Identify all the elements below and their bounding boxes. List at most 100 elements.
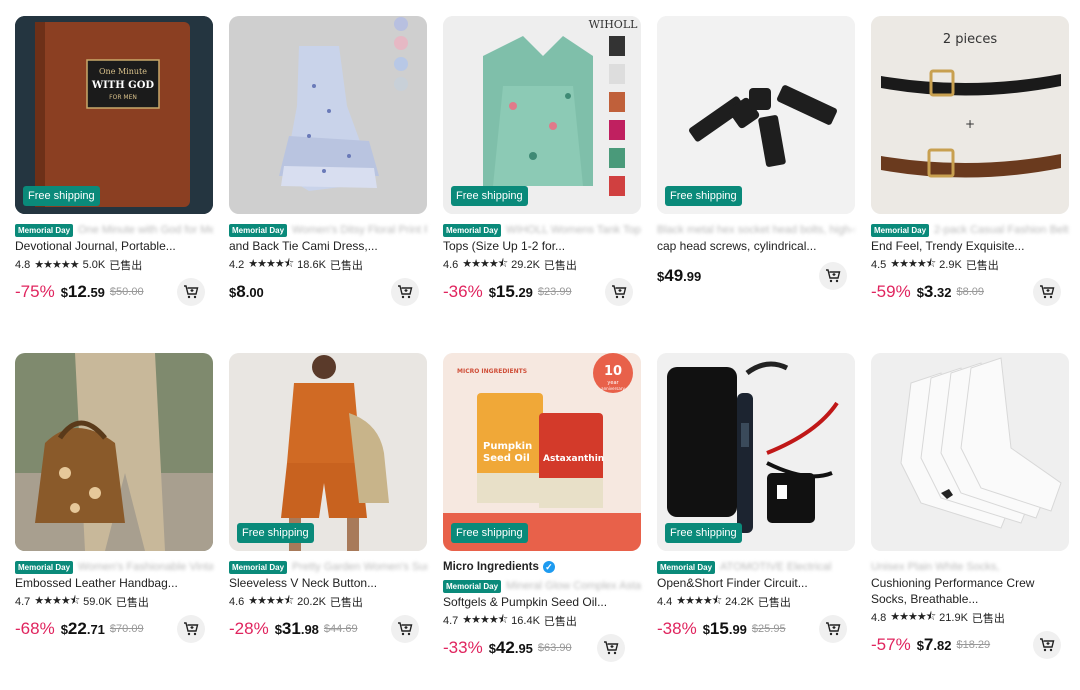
cart-icon [612, 285, 627, 299]
free-shipping-badge: Free shipping [237, 523, 314, 543]
product-image[interactable]: Free shipping [657, 353, 855, 551]
product-card[interactable]: Free shipping Memorial Day ATOMOTIVE Ele… [657, 353, 855, 683]
svg-text:Seed Oil: Seed Oil [483, 453, 530, 464]
product-image[interactable]: MICRO INGREDIENTS 10 year anniversary Pu… [443, 353, 641, 551]
discount: -38% [657, 619, 697, 638]
store-name[interactable]: Micro Ingredients ✓ [443, 559, 641, 575]
rating-row: 4.2 ★★★★⯪ 18.6K 已售出 [229, 256, 427, 273]
stars-icon: ★★★★⯪ [890, 611, 936, 623]
add-to-cart-button[interactable] [597, 634, 625, 662]
stars-icon: ★★★★⯪ [248, 595, 294, 607]
rating-row: 4.7 ★★★★⯪ 16.4K 已售出 [443, 612, 641, 629]
discount: -57% [871, 635, 911, 654]
promo-badge: Memorial Day [229, 223, 288, 237]
promo-badge: Memorial Day [443, 579, 502, 593]
add-to-cart-button[interactable] [1033, 278, 1061, 306]
product-card[interactable]: Free shipping Black metal hex socket hea… [657, 16, 855, 346]
blurred-title: Mineral Glow Complex Astaxanthin 12mg [506, 580, 641, 592]
cart-icon [826, 622, 841, 636]
discount: -59% [871, 282, 911, 301]
product-image[interactable] [229, 16, 427, 214]
product-image[interactable]: Free shipping [657, 16, 855, 214]
product-image[interactable]: Free shipping [229, 353, 427, 551]
product-title[interactable]: Open&Short Finder Circuit... [657, 575, 855, 591]
promo-badge: Memorial Day [229, 560, 288, 574]
add-to-cart-button[interactable] [819, 615, 847, 643]
rating-row: 4.6 ★★★★⯪ 29.2K 已售出 [443, 256, 641, 273]
svg-text:10: 10 [604, 364, 622, 379]
product-title[interactable]: cap head screws, cylindrical... [657, 238, 855, 254]
product-card[interactable]: One Minute WITH GOD FOR MEN Free shippin… [15, 16, 213, 346]
product-card[interactable]: Unisex Plain White Socks, Cushioning Per… [871, 353, 1069, 683]
stars-icon: ★★★★⯪ [34, 595, 80, 607]
free-shipping-badge: Free shipping [23, 186, 100, 206]
journal-cover-text: One Minute [99, 67, 147, 76]
product-image[interactable] [871, 353, 1069, 551]
cart-icon [604, 641, 619, 655]
product-image[interactable]: WIHOLL Free shipping [443, 16, 641, 214]
free-shipping-badge: Free shipping [665, 523, 742, 543]
svg-text:FOR MEN: FOR MEN [109, 94, 137, 101]
product-title-line2[interactable]: Socks, Breathable... [871, 591, 1069, 607]
promo-badge: Memorial Day [15, 223, 74, 237]
product-card[interactable]: Memorial Day Women's Fashionable Vintage… [15, 353, 213, 683]
stars-icon: ★★★★⯪ [462, 614, 508, 626]
product-title[interactable]: Softgels & Pumpkin Seed Oil... [443, 594, 641, 610]
blurred-title: Pretty Garden Women's Summer wear [292, 561, 427, 573]
product-image[interactable]: One Minute WITH GOD FOR MEN Free shippin… [15, 16, 213, 214]
product-title[interactable]: Devotional Journal, Portable... [15, 238, 213, 254]
rating-row: 4.4 ★★★★⯪ 24.2K 已售出 [657, 593, 855, 610]
stars-icon: ★★★★⯪ [462, 258, 508, 270]
product-title[interactable]: and Back Tie Cami Dress,... [229, 238, 427, 254]
price: $12.59 [60, 282, 105, 301]
price: $7.82 [916, 635, 952, 654]
cart-icon [398, 285, 413, 299]
product-title[interactable]: Sleeveless V Neck Button... [229, 575, 427, 591]
free-shipping-badge: Free shipping [665, 186, 742, 206]
price: $22.71 [60, 619, 105, 638]
add-to-cart-button[interactable] [177, 278, 205, 306]
brand-logo-text: MICRO INGREDIENTS [457, 368, 527, 375]
verified-icon: ✓ [542, 561, 555, 573]
price: $8.00 [229, 282, 264, 301]
svg-text:+: + [965, 117, 975, 131]
rating-row: 4.7 ★★★★⯪ 59.0K 已售出 [15, 593, 213, 610]
add-to-cart-button[interactable] [605, 278, 633, 306]
original-price: $8.09 [956, 286, 984, 298]
discount: -75% [15, 282, 55, 301]
add-to-cart-button[interactable] [1033, 631, 1061, 659]
image-caption: 2 pieces [943, 32, 997, 47]
product-image[interactable]: 2 pieces + [871, 16, 1069, 214]
stars-icon: ★★★★★ [34, 259, 79, 271]
original-price: $63.90 [537, 642, 572, 654]
svg-text:Pumpkin: Pumpkin [483, 441, 532, 452]
add-to-cart-button[interactable] [391, 278, 419, 306]
product-card[interactable]: 2 pieces + Memorial Day 2-pack Casual Fa… [871, 16, 1069, 346]
svg-text:WITH GOD: WITH GOD [91, 80, 155, 91]
blurred-title: One Minute with God for Men 365 Days [78, 224, 213, 236]
product-title[interactable]: Cushioning Performance Crew [871, 575, 1069, 591]
product-title[interactable]: End Feel, Trendy Exquisite... [871, 238, 1069, 254]
blurred-title: Women's Ditsy Floral Print Ruffle Trim K… [292, 224, 427, 236]
promo-badge: Memorial Day [15, 560, 74, 574]
cart-icon [184, 285, 199, 299]
discount: -68% [15, 619, 55, 638]
product-title[interactable]: Tops (Size Up 1-2 for... [443, 238, 641, 254]
discount: -36% [443, 282, 483, 301]
add-to-cart-button[interactable] [391, 615, 419, 643]
product-card[interactable]: MICRO INGREDIENTS 10 year anniversary Pu… [443, 353, 641, 683]
price: $15.29 [488, 282, 533, 301]
original-price: $18.29 [956, 639, 991, 651]
add-to-cart-button[interactable] [819, 262, 847, 290]
product-card[interactable]: Memorial Day Women's Ditsy Floral Print … [229, 16, 427, 346]
product-card[interactable]: Free shipping Memorial Day Pretty Garden… [229, 353, 427, 683]
stars-icon: ★★★★⯪ [676, 595, 722, 607]
product-image[interactable] [15, 353, 213, 551]
product-title[interactable]: Embossed Leather Handbag... [15, 575, 213, 591]
product-card[interactable]: WIHOLL Free shipping Memorial Day WIHOLL… [443, 16, 641, 346]
original-price: $25.95 [751, 623, 786, 635]
stars-icon: ★★★★⯪ [248, 258, 294, 270]
price: $31.98 [274, 619, 319, 638]
add-to-cart-button[interactable] [177, 615, 205, 643]
brand-logo-text: WIHOLL [589, 18, 639, 31]
